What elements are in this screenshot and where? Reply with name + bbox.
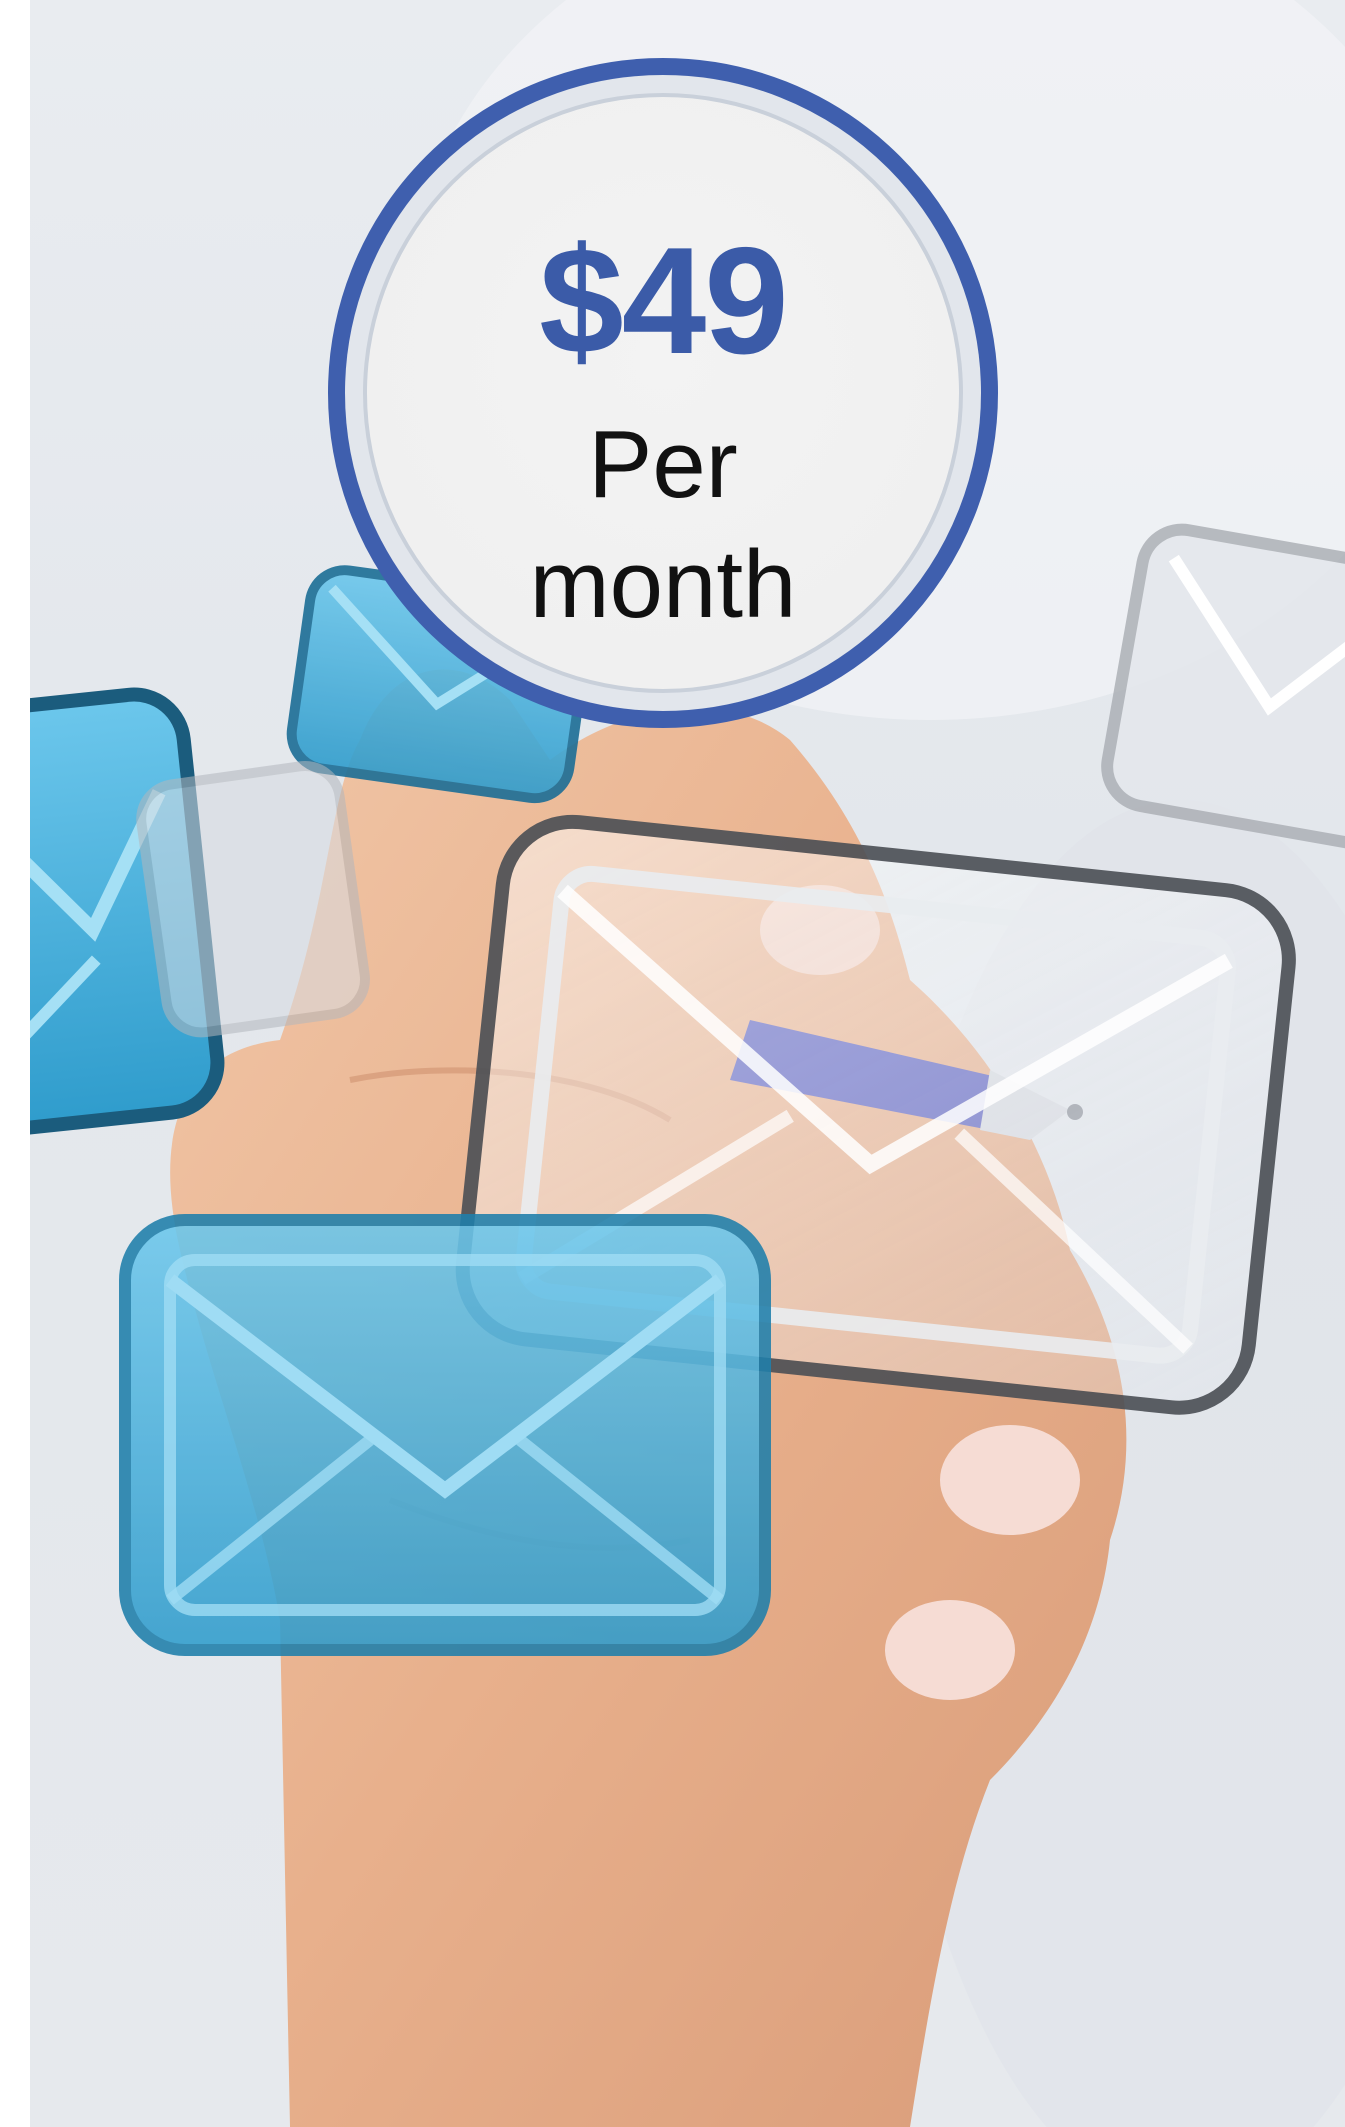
- background-photo: $49 Per month: [30, 0, 1345, 2127]
- fingernail: [940, 1425, 1080, 1535]
- price-amount: $49: [539, 216, 789, 386]
- price-period-line1: Per: [588, 411, 738, 518]
- price-badge: $49 Per month: [328, 58, 998, 728]
- left-margin: [0, 0, 30, 2127]
- envelope-icon: [1101, 523, 1345, 851]
- price-period-line2: month: [529, 531, 797, 638]
- price-period: Per month: [345, 405, 981, 645]
- envelope-icon: [119, 1214, 771, 1656]
- fingernail: [885, 1600, 1015, 1700]
- envelope-icon: [136, 761, 370, 1038]
- page: $49 Per month: [0, 0, 1345, 2127]
